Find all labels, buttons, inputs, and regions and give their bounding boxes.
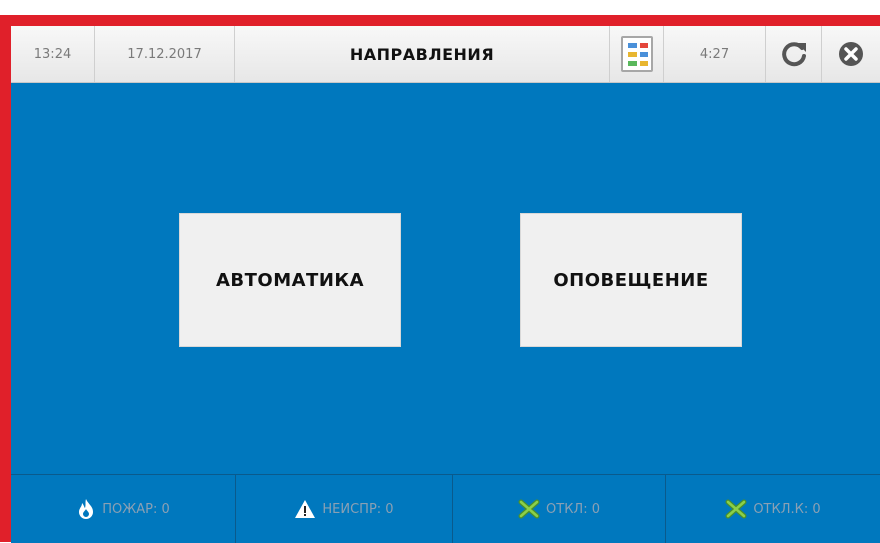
disabled-x-icon <box>725 499 747 519</box>
close-circle-icon <box>839 42 863 66</box>
fire-count: ПОЖАР: 0 <box>102 501 170 517</box>
status-fire[interactable]: ПОЖАР: 0 <box>11 475 236 543</box>
timer-text: 4:27 <box>699 46 730 62</box>
clock-time: 13:24 <box>33 46 72 62</box>
report-document-icon <box>620 36 653 72</box>
fault-count: НЕИСПР: 0 <box>322 501 394 517</box>
top-bar: 13:24 17.12.2017 НАПРАВЛЕНИЯ 4:27 <box>11 26 880 83</box>
title-area: НАПРАВЛЕНИЯ <box>235 26 610 82</box>
fire-icon <box>79 499 94 519</box>
status-fault[interactable]: НЕИСПР: 0 <box>236 475 453 543</box>
date-display: 17.12.2017 <box>95 26 235 82</box>
timer-display: 4:27 <box>664 26 766 82</box>
refresh-button[interactable] <box>766 26 822 82</box>
main-panel <box>11 26 880 542</box>
status-bar: ПОЖАР: 0 НЕИСПР: 0 ОТКЛ: 0 ОТКЛ.К: 0 <box>11 474 880 543</box>
warning-icon <box>295 500 316 518</box>
clock: 13:24 <box>11 26 95 82</box>
date-text: 17.12.2017 <box>127 46 202 62</box>
app-window: 13:24 17.12.2017 НАПРАВЛЕНИЯ 4:27 АВТОМА… <box>0 0 880 543</box>
report-button[interactable] <box>610 26 664 82</box>
status-disabled-k[interactable]: ОТКЛ.К: 0 <box>666 475 880 543</box>
notification-button[interactable]: ОПОВЕЩЕНИЕ <box>520 213 742 347</box>
page-title: НАПРАВЛЕНИЯ <box>349 44 495 64</box>
disabled-x-icon <box>518 499 540 519</box>
automation-button[interactable]: АВТОМАТИКА <box>179 213 401 347</box>
disabled-count: ОТКЛ: 0 <box>546 501 600 517</box>
close-button[interactable] <box>822 26 880 82</box>
status-disabled[interactable]: ОТКЛ: 0 <box>453 475 666 543</box>
disabled-k-count: ОТКЛ.К: 0 <box>753 501 821 517</box>
refresh-icon <box>781 42 806 67</box>
